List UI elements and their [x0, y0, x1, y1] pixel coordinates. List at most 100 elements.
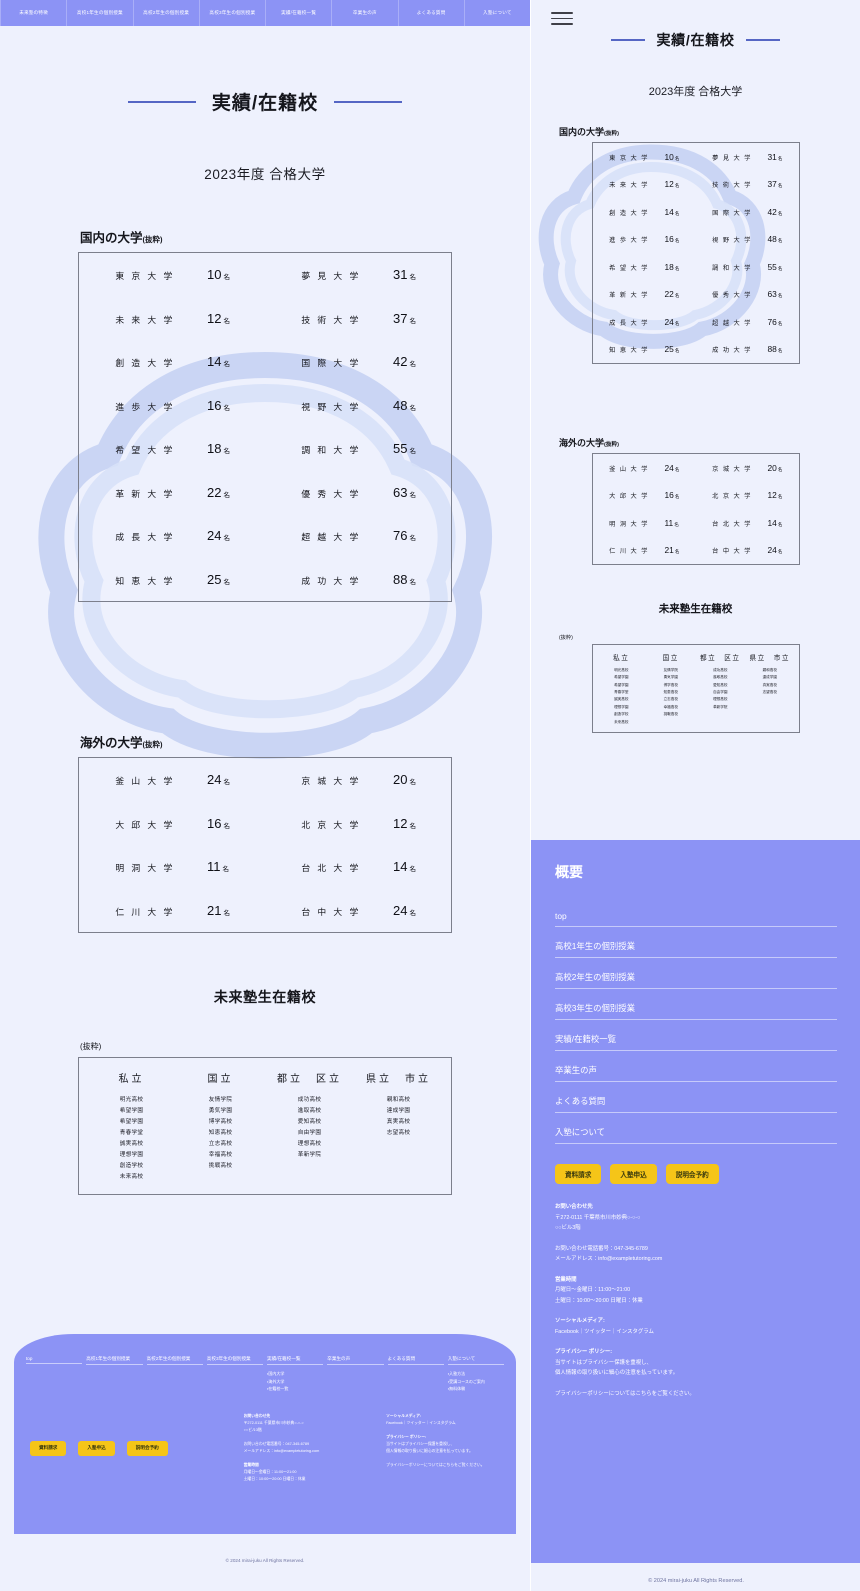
column-header: 国立	[662, 655, 679, 662]
footer-sub-item[interactable]: 海外大学	[267, 1378, 323, 1386]
domestic-section-heading: 国内の大学(抜粋)	[80, 227, 530, 246]
title-rule-left	[127, 100, 196, 103]
footer-nav-grade1[interactable]: 高校1年生の個別授業	[86, 1356, 143, 1393]
footer-nav-label[interactable]: 実績/在籍校一覧	[267, 1356, 324, 1365]
university-count: 14名	[664, 206, 680, 217]
footer-nav-label[interactable]: top	[26, 1356, 83, 1364]
contact-email[interactable]: メールアドレス：info@exampletutoring.com	[555, 1254, 837, 1265]
table-cell: 進 歩 大 学 16名	[593, 234, 696, 244]
table-cell: 未 来 大 学 12名	[79, 311, 265, 326]
footer-nav-label[interactable]: 高校3年生の個別授業	[206, 1356, 263, 1365]
mobile-footer-nav-results[interactable]: 実績/在籍校一覧	[555, 1020, 837, 1051]
unit-label: 名	[223, 317, 230, 325]
footer-nav-label[interactable]: 高校1年生の個別授業	[86, 1356, 143, 1365]
university-name: 知 恵 大 学	[115, 575, 175, 586]
university-name: 成 功 大 学	[712, 347, 752, 355]
university-name: 超 越 大 学	[301, 532, 361, 543]
desktop-content: 実績/在籍校 2023年度 合格大学 国内の大学(抜粋) 東 京 大 学 10 名…	[0, 88, 530, 1195]
unit-label: 名	[409, 822, 416, 830]
list-item: 友情学院	[663, 668, 678, 672]
university-count: 42名	[393, 354, 416, 370]
mobile-footer-nav-top[interactable]: top	[555, 898, 837, 927]
responsive-comparison: 未来塾の特徴 高校1年生の個別授業 高校2年生の個別授業 高校3年生の個別授業 …	[0, 0, 860, 1591]
seminar-reservation-button[interactable]: 説明会予約	[126, 1440, 168, 1456]
mobile-footer-nav-faq[interactable]: よくある質問	[555, 1082, 837, 1113]
mobile-footer-nav-grade2[interactable]: 高校2年生の個別授業	[555, 958, 837, 989]
contact-email[interactable]: メールアドレス：info@exampletutoring.com	[244, 1448, 386, 1455]
nav-item-features[interactable]: 未来塾の特徴	[0, 0, 68, 26]
request-materials-button[interactable]: 資料請求	[555, 1164, 602, 1184]
table-row: 明 洞 大 学 11名 台 北 大 学 14名	[79, 845, 451, 889]
footer-nav-label[interactable]: 卒業生の声	[327, 1356, 384, 1365]
table-row: 仁 川 大 学 21名 台 中 大 学 24名	[79, 889, 451, 933]
contact-address-line2: ○○ビル3階	[243, 1427, 262, 1432]
footer-sub-item[interactable]: 受講コースのご案内	[448, 1378, 504, 1386]
mobile-footer-nav-voices[interactable]: 卒業生の声	[555, 1051, 837, 1082]
nav-item-faq[interactable]: よくある質問	[399, 0, 465, 26]
table-cell: 東 京 大 学 10名	[79, 267, 265, 282]
university-count: 12名	[664, 179, 680, 190]
university-count: 10名	[664, 151, 680, 162]
mobile-footer-nav-grade1[interactable]: 高校1年生の個別授業	[555, 927, 837, 958]
primary-navigation[interactable]: 未来塾の特徴 高校1年生の個別授業 高校2年生の個別授業 高校3年生の個別授業 …	[0, 0, 530, 26]
footer-sub-item[interactable]: 在籍校一覧	[267, 1385, 323, 1393]
social-links[interactable]: Facebook｜ツイッター｜インスタグラム	[386, 1420, 500, 1427]
social-links[interactable]: Facebook｜ツイッター｜インスタグラム	[555, 1327, 837, 1338]
footer-nav-admission[interactable]: 入塾について 入塾方法 受講コースのご案内 無料体験	[447, 1356, 504, 1393]
nav-item-voices[interactable]: 卒業生の声	[332, 0, 399, 26]
mobile-overseas-table: 釜 山 大 学 24名 京 城 大 学 20名 大 邱 大 学 16名 北 京 …	[591, 453, 800, 565]
mobile-footer: 概要 top 高校1年生の個別授業 高校2年生の個別授業 高校3年生の個別授業 …	[531, 840, 860, 1563]
university-name: 創 造 大 学	[609, 209, 649, 217]
nav-item-results[interactable]: 実績/在籍校一覧	[266, 0, 333, 26]
desktop-footer: top 高校1年生の個別授業 高校2年生の個別授業 高校3年生の個別授業 実績/…	[14, 1334, 516, 1534]
social-block: ソーシャルメディア: Facebook｜ツイッター｜インスタグラム	[555, 1316, 837, 1337]
university-name: 明 洞 大 学	[115, 863, 175, 874]
list-item: 知恵高校	[208, 1130, 233, 1137]
footer-nav-label[interactable]: 高校2年生の個別授業	[146, 1356, 203, 1365]
footer-nav-top[interactable]: top	[26, 1356, 83, 1393]
table-cell: 国 際 大 学 42名	[696, 207, 799, 217]
footer-navigation[interactable]: top 高校1年生の個別授業 高校2年生の個別授業 高校3年生の個別授業 実績/…	[14, 1334, 516, 1393]
table-cell: 超 越 大 学 76名	[696, 317, 799, 327]
footer-sub-item[interactable]: 無料体験	[448, 1385, 504, 1393]
seminar-reservation-button[interactable]: 説明会予約	[665, 1164, 719, 1184]
footer-nav-faq[interactable]: よくある質問	[387, 1356, 444, 1393]
footer-nav-results[interactable]: 実績/在籍校一覧 国内大学 海外大学 在籍校一覧	[267, 1356, 324, 1393]
table-row: 釜 山 大 学 24名 京 城 大 学 20名	[593, 454, 799, 482]
mobile-footer-nav-grade3[interactable]: 高校3年生の個別授業	[555, 989, 837, 1020]
footer-nav-label[interactable]: よくある質問	[387, 1356, 444, 1365]
table-cell: 創 造 大 学 14名	[593, 207, 696, 217]
apply-button[interactable]: 入塾申込	[610, 1164, 657, 1184]
nav-item-grade1[interactable]: 高校1年生の個別授業	[67, 0, 134, 26]
university-name: 革 新 大 学	[609, 292, 649, 300]
table-row: 未 来 大 学 12名 技 術 大 学 37名	[593, 171, 799, 199]
nav-item-grade2[interactable]: 高校2年生の個別授業	[134, 0, 200, 26]
privacy-link[interactable]: プライバシーポリシーについてはこちらをご覧ください。	[555, 1389, 837, 1400]
footer-nav-voices[interactable]: 卒業生の声	[327, 1356, 384, 1393]
footer-sub-item[interactable]: 入塾方法	[448, 1370, 504, 1378]
footer-nav-grade3[interactable]: 高校3年生の個別授業	[206, 1356, 263, 1393]
request-materials-button[interactable]: 資料請求	[30, 1440, 67, 1456]
privacy-line1: 当サイトはプライバシー保護を重視し、	[386, 1441, 455, 1446]
nav-item-grade3[interactable]: 高校3年生の個別授業	[200, 0, 266, 26]
university-name: 進 歩 大 学	[115, 401, 175, 412]
table-row: 創 造 大 学 14名 国 際 大 学 42名	[79, 340, 451, 384]
list-item: 志望高校	[386, 1130, 411, 1137]
privacy-link[interactable]: プライバシーポリシーについてはこちらをご覧ください。	[386, 1462, 500, 1469]
list-item: 達成学園	[386, 1108, 411, 1115]
hamburger-menu-icon[interactable]	[551, 12, 573, 29]
footer-sub-item[interactable]: 国内大学	[267, 1370, 323, 1378]
list-item: 進取高校	[297, 1108, 322, 1115]
apply-button[interactable]: 入塾申込	[78, 1440, 115, 1456]
hamburger-bar	[551, 17, 573, 20]
list-item: 成功高校	[713, 668, 728, 672]
mobile-footer-nav-admission[interactable]: 入塾について	[555, 1113, 837, 1144]
table-cell: 台 北 大 学 14名	[696, 518, 799, 528]
mobile-highschool-title: 未来塾生在籍校	[658, 603, 733, 615]
footer-nav-grade2[interactable]: 高校2年生の個別授業	[146, 1356, 203, 1393]
nav-item-admission[interactable]: 入塾について	[465, 0, 530, 26]
footer-nav-label[interactable]: 入塾について	[447, 1356, 504, 1365]
university-count: 12名	[767, 490, 783, 501]
list-item: 希望学園	[614, 675, 629, 680]
table-cell: 仁 川 大 学 21名	[593, 545, 696, 555]
